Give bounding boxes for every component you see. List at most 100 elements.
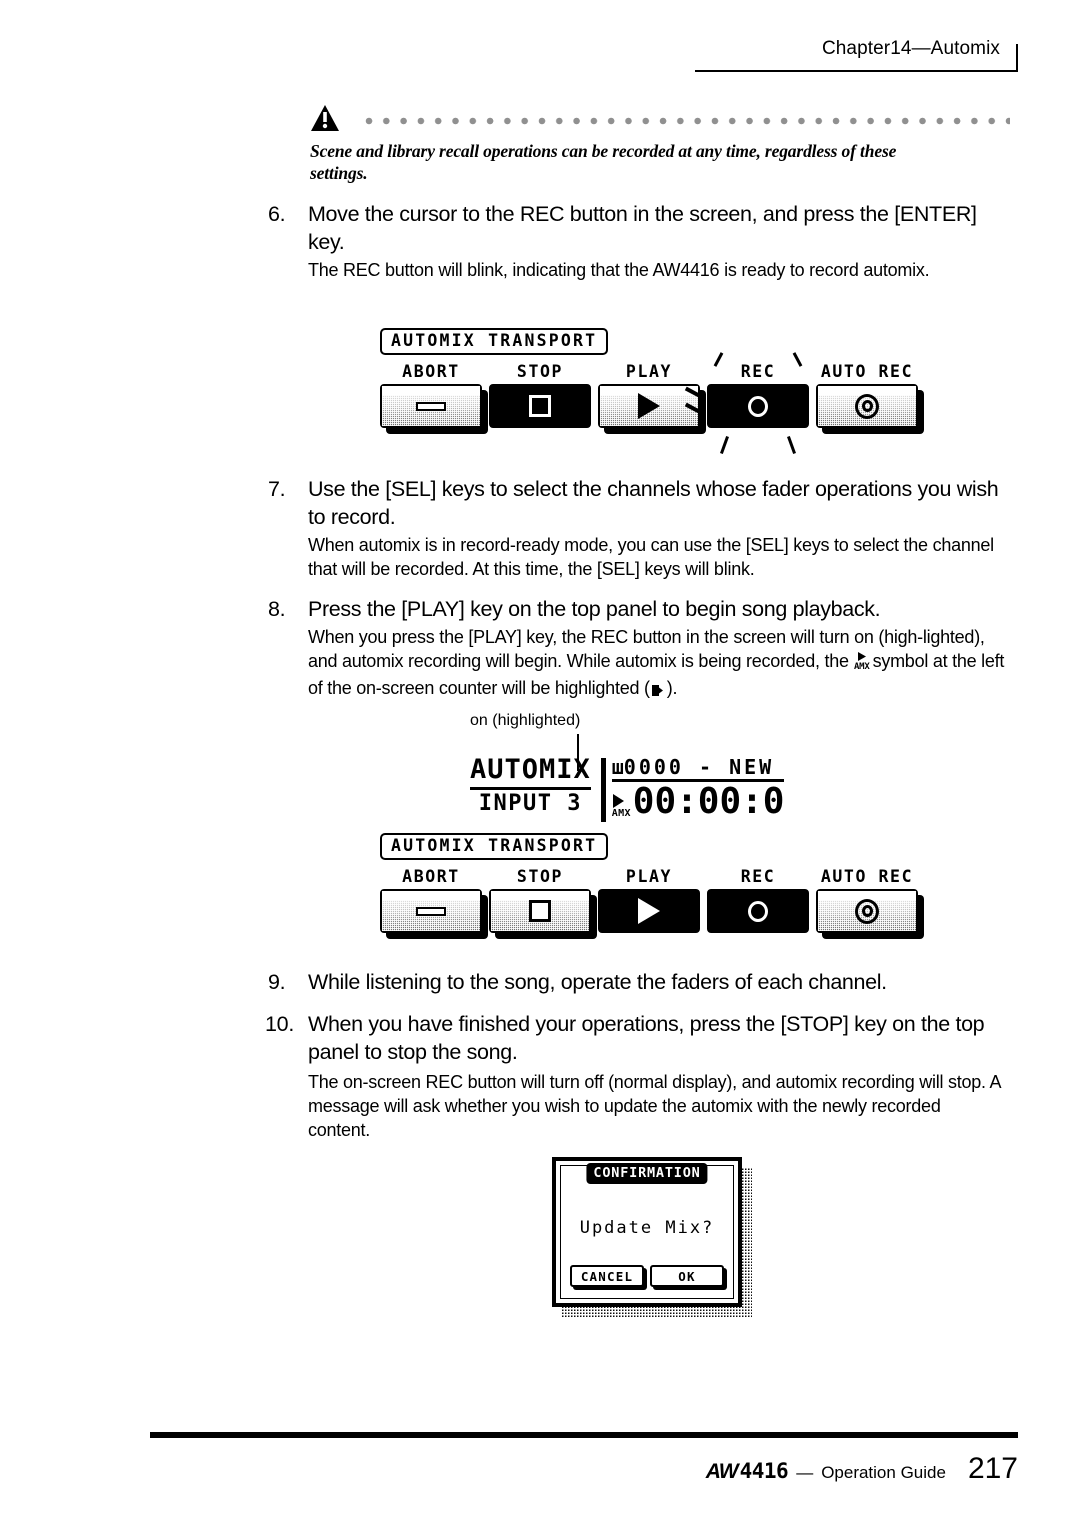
dialog-title: CONFIRMATION [586,1163,708,1184]
amx-play-symbol-icon: AMX [854,651,871,676]
auto-rec-label-1: AUTO REC [820,362,914,381]
step-7-number: 7. [268,477,286,501]
rec-label-2: REC [740,867,776,886]
warning-note: Scene and library recall operations can … [310,104,1010,184]
counter-callout-line [577,734,579,771]
step-6-title: Move the cursor to the REC button in the… [308,202,977,254]
circle-icon [748,395,768,417]
play-button-1[interactable] [598,384,700,428]
play-icon [638,393,660,419]
square-icon [529,900,551,922]
amx-indicator-label: AMX [611,808,631,819]
stop-button-2[interactable] [489,889,591,933]
counter-time-row: AMX 00:00:02. [612,781,784,820]
square-icon [529,395,551,417]
page-footer: AW 4416 — Operation Guide 217 [706,1452,1018,1486]
page-header: Chapter14—Automix [150,38,1018,74]
transport-autorec-cell-1: AUTO REC [816,362,924,434]
circle-icon [748,900,768,922]
brand-aw-label: AW [705,1460,739,1483]
footer-guide-label: Operation Guide [821,1463,946,1482]
transport-button-row-1: ABORT STOP PLAY REC AUTO REC [380,352,924,454]
abort-button-2[interactable] [380,889,482,933]
step-8: 8. Press the [PLAY] key on the top panel… [268,595,1010,703]
transport-rec-cell-1: REC [685,352,831,454]
step-7-title: Use the [SEL] keys to select the channel… [308,477,999,529]
counter-time-value: 00:00:02. [632,781,784,820]
confirmation-dialog: CONFIRMATION Update Mix? CANCEL OK [552,1157,742,1307]
note-top-row [310,104,1010,138]
abort-label-2: ABORT [402,867,460,886]
step-7: 7. Use the [SEL] keys to select the chan… [268,475,1010,581]
confirmation-dialog-figure: CONFIRMATION Update Mix? CANCEL OK [552,1157,752,1317]
transport-panel-title-1: AUTOMIX TRANSPORT [380,328,609,355]
transport-panel-title-2: AUTOMIX TRANSPORT [380,833,609,860]
rec-button-2[interactable] [707,889,809,933]
auto-rec-button-2[interactable] [816,889,918,933]
note-text: Scene and library recall operations can … [310,141,897,183]
transport-stop-cell-2: STOP [489,867,597,939]
stop-label-2: STOP [516,867,564,886]
auto-rec-button-1[interactable] [816,384,918,428]
step-9-title: While listening to the song, operate the… [308,970,887,994]
abort-label-1: ABORT [402,362,460,381]
transport-button-row-2: ABORT STOP PLAY REC AUTO REC [380,867,924,939]
abort-button-1[interactable] [380,384,482,428]
dash-icon [416,906,446,916]
play-icon [638,898,660,924]
stop-label-1: STOP [516,362,564,381]
chapter-title: Chapter14—Automix [821,38,1000,59]
footer-separator: — [796,1463,814,1482]
dialog-message: Update Mix? [579,1218,715,1238]
note-dot-rule [365,117,1010,125]
warning-triangle-icon [311,105,339,131]
auto-rec-icon [855,898,879,924]
cancel-button[interactable]: CANCEL [570,1265,644,1287]
step-10: 10. When you have finished your operatio… [265,1010,1010,1142]
step-8-number: 8. [268,597,286,621]
transport-play-cell-1: PLAY [598,362,706,434]
step-8-title: Press the [PLAY] key on the top panel to… [308,597,881,621]
amx-play-triangle-icon [612,794,624,808]
play-button-2[interactable] [598,889,700,933]
header-tick [1016,44,1018,71]
counter-callout-label: on (highlighted) [470,712,581,729]
step-10-number: 10. [265,1012,294,1036]
counter-channel-label: INPUT 3 [478,791,582,816]
page-number: 217 [967,1452,1018,1485]
counter-divider [470,787,591,790]
dialog-button-row: CANCEL OK [570,1265,724,1287]
stop-button-1[interactable] [489,384,591,428]
play-label-1: PLAY [625,362,673,381]
step-9-number: 9. [268,970,286,994]
counter-mode-label: AUTOMIX [470,754,591,785]
step-6: 6. Move the cursor to the REC button in … [268,200,1010,282]
auto-rec-icon [855,393,879,419]
step-6-body: The REC button will blink, indicating th… [308,260,930,280]
transport-stop-cell-1: STOP [489,362,591,428]
svg-text:AMX: AMX [854,662,870,670]
play-label-2: PLAY [625,867,673,886]
amx-indicator-icon: AMX [612,794,631,819]
transport-autorec-cell-2: AUTO REC [816,867,924,939]
auto-rec-label-2: AUTO REC [820,867,914,886]
step-6-number: 6. [268,202,286,226]
transport-play-cell-2: PLAY [598,867,700,933]
automix-counter-figure: on (highlighted) AUTOMIX INPUT 3 ш0000 -… [470,712,784,822]
automix-transport-figure-2: AUTOMIX TRANSPORT ABORT STOP PLAY REC AU… [380,833,924,939]
header-rule [695,70,1018,72]
automix-transport-figure-1: AUTOMIX TRANSPORT ABORT STOP PLAY REC AU… [380,328,924,454]
ok-button[interactable]: OK [650,1265,724,1287]
brand-number-label: 4416 [739,1459,789,1483]
rec-button-1[interactable] [707,384,809,428]
counter-vertical-bar [600,758,606,822]
step-8-body: When you press the [PLAY] key, the REC b… [308,625,1008,703]
rec-label-1: REC [740,362,776,381]
step-8-body-part3: ). [666,678,678,698]
footer-rule [150,1432,1018,1438]
dialog-inner-frame: CONFIRMATION Update Mix? CANCEL OK [560,1163,734,1299]
counter-mode-block: AUTOMIX INPUT 3 [470,756,591,816]
step-9: 9. While listening to the song, operate … [268,968,1010,996]
transport-rec-cell-2: REC [707,867,809,933]
dash-icon [416,401,446,411]
